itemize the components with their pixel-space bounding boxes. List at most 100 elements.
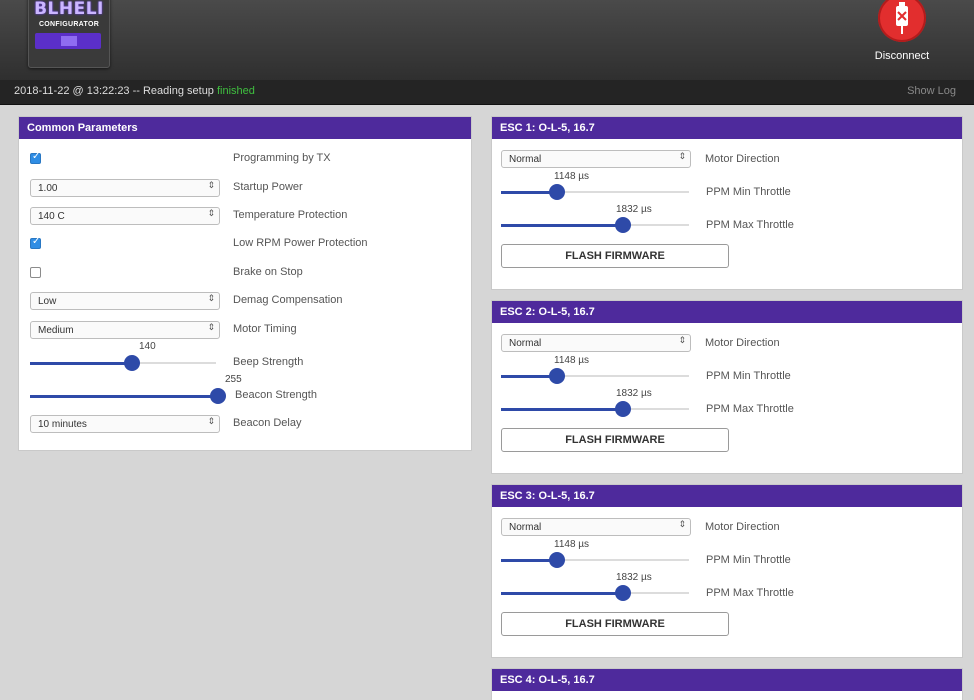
esc-panel-2: ESC 2: O-L-5, 16.7 Normal ⇕ Motor Direct… — [491, 300, 963, 474]
esc-title: ESC 3: O-L-5, 16.7 — [492, 485, 962, 507]
app-header: BLHELI CONFIGURATOR Disconnect — [0, 0, 974, 80]
slider-thumb[interactable] — [549, 368, 566, 384]
slider-thumb[interactable] — [549, 552, 566, 568]
esc-title: ESC 2: O-L-5, 16.7 — [492, 301, 962, 323]
slider-thumb[interactable] — [210, 388, 226, 404]
esc-panel-3: ESC 3: O-L-5, 16.7 Normal ⇕ Motor Direct… — [491, 484, 963, 658]
motor-direction-label: Motor Direction — [705, 521, 780, 533]
programming-by-tx-checkbox[interactable]: ✓ — [30, 151, 41, 164]
demag-compensation-select[interactable]: Low ⇕ — [30, 292, 220, 310]
min-throttle-value: 1148 µs — [554, 171, 590, 182]
slider-fill — [501, 408, 624, 411]
temperature-protection-value: 140 C — [38, 211, 65, 222]
slider-fill — [501, 224, 624, 227]
beacon-delay-value: 10 minutes — [38, 419, 87, 430]
ppm-max-throttle-label: PPM Max Throttle — [706, 403, 794, 415]
select-arrow-icon: ⇕ — [207, 323, 215, 333]
ppm-max-throttle-slider[interactable] — [501, 217, 689, 233]
temperature-protection-label: Temperature Protection — [233, 209, 348, 221]
usb-disconnect-icon — [878, 0, 926, 42]
select-arrow-icon: ⇕ — [207, 181, 215, 191]
motor-direction-label: Motor Direction — [705, 153, 780, 165]
motor-direction-select[interactable]: Normal ⇕ — [501, 334, 691, 352]
select-arrow-icon: ⇕ — [678, 520, 686, 530]
motor-timing-label: Motor Timing — [233, 323, 297, 335]
motor-direction-value: Normal — [509, 154, 542, 165]
slider-fill — [501, 592, 624, 595]
max-throttle-value: 1832 µs — [616, 388, 652, 399]
esc-title: ESC 1: O-L-5, 16.7 — [492, 117, 962, 139]
startup-power-label: Startup Power — [233, 181, 303, 193]
logo-title: BLHELI — [34, 0, 104, 19]
ppm-min-throttle-label: PPM Min Throttle — [706, 186, 791, 198]
beacon-delay-select[interactable]: 10 minutes ⇕ — [30, 415, 220, 433]
max-throttle-value: 1832 µs — [616, 204, 652, 215]
brake-on-stop-checkbox[interactable] — [30, 267, 41, 278]
status-state: finished — [217, 85, 255, 97]
slider-fill — [30, 362, 133, 365]
logo-chip-icon — [35, 33, 101, 49]
ppm-min-throttle-label: PPM Min Throttle — [706, 554, 791, 566]
check-icon: ✓ — [32, 151, 41, 162]
disconnect-button[interactable]: Disconnect — [862, 0, 942, 70]
select-arrow-icon: ⇕ — [207, 417, 215, 427]
beep-strength-value: 140 — [139, 341, 156, 352]
check-icon: ✓ — [32, 236, 41, 247]
slider-thumb[interactable] — [615, 401, 632, 417]
programming-by-tx-label: Programming by TX — [233, 152, 331, 164]
beep-strength-slider[interactable] — [30, 355, 216, 371]
slider-thumb[interactable] — [615, 217, 632, 233]
brake-on-stop-label: Brake on Stop — [233, 266, 303, 278]
beacon-strength-value: 255 — [225, 374, 242, 385]
ppm-max-throttle-label: PPM Max Throttle — [706, 219, 794, 231]
status-bar: 2018-11-22 @ 13:22:23 -- Reading setup f… — [0, 80, 974, 105]
slider-thumb[interactable] — [124, 355, 141, 371]
ppm-min-throttle-label: PPM Min Throttle — [706, 370, 791, 382]
app-logo: BLHELI CONFIGURATOR — [28, 0, 110, 68]
select-arrow-icon: ⇕ — [207, 209, 215, 219]
demag-compensation-label: Demag Compensation — [233, 294, 343, 306]
low-rpm-power-protection-label: Low RPM Power Protection — [233, 237, 368, 249]
slider-fill — [30, 395, 218, 398]
common-parameters-panel: Common Parameters ✓ Programming by TX 1.… — [18, 116, 472, 451]
min-throttle-value: 1148 µs — [554, 355, 590, 366]
select-arrow-icon: ⇕ — [207, 294, 215, 304]
select-arrow-icon: ⇕ — [678, 152, 686, 162]
panel-title: Common Parameters — [19, 117, 471, 139]
motor-direction-value: Normal — [509, 522, 542, 533]
logo-subtitle: CONFIGURATOR — [38, 21, 100, 28]
ppm-max-throttle-label: PPM Max Throttle — [706, 587, 794, 599]
ppm-max-throttle-slider[interactable] — [501, 401, 689, 417]
max-throttle-value: 1832 µs — [616, 572, 652, 583]
beacon-strength-label: Beacon Strength — [235, 389, 317, 401]
show-log-link[interactable]: Show Log — [907, 85, 956, 97]
beep-strength-label: Beep Strength — [233, 356, 304, 368]
flash-firmware-button[interactable]: FLASH FIRMWARE — [501, 612, 729, 636]
esc-title: ESC 4: O-L-5, 16.7 — [492, 669, 962, 691]
esc-panel-1: ESC 1: O-L-5, 16.7 Normal ⇕ Motor Direct… — [491, 116, 963, 290]
ppm-min-throttle-slider[interactable] — [501, 184, 689, 200]
motor-timing-value: Medium — [38, 325, 74, 336]
ppm-min-throttle-slider[interactable] — [501, 552, 689, 568]
flash-firmware-button[interactable]: FLASH FIRMWARE — [501, 428, 729, 452]
low-rpm-power-protection-checkbox[interactable]: ✓ — [30, 236, 41, 249]
flash-firmware-button[interactable]: FLASH FIRMWARE — [501, 244, 729, 268]
demag-compensation-value: Low — [38, 296, 57, 307]
slider-thumb[interactable] — [549, 184, 566, 200]
beacon-delay-label: Beacon Delay — [233, 417, 302, 429]
slider-thumb[interactable] — [615, 585, 632, 601]
esc-panel-4: ESC 4: O-L-5, 16.7 — [491, 668, 963, 700]
motor-direction-value: Normal — [509, 338, 542, 349]
motor-direction-select[interactable]: Normal ⇕ — [501, 518, 691, 536]
ppm-min-throttle-slider[interactable] — [501, 368, 689, 384]
startup-power-value: 1.00 — [38, 183, 58, 194]
motor-timing-select[interactable]: Medium ⇕ — [30, 321, 220, 339]
motor-direction-select[interactable]: Normal ⇕ — [501, 150, 691, 168]
motor-direction-label: Motor Direction — [705, 337, 780, 349]
status-text: 2018-11-22 @ 13:22:23 -- Reading setup f… — [14, 85, 255, 97]
ppm-max-throttle-slider[interactable] — [501, 585, 689, 601]
beacon-strength-slider[interactable] — [30, 388, 226, 404]
disconnect-label: Disconnect — [874, 50, 930, 62]
temperature-protection-select[interactable]: 140 C ⇕ — [30, 207, 220, 225]
startup-power-select[interactable]: 1.00 ⇕ — [30, 179, 220, 197]
